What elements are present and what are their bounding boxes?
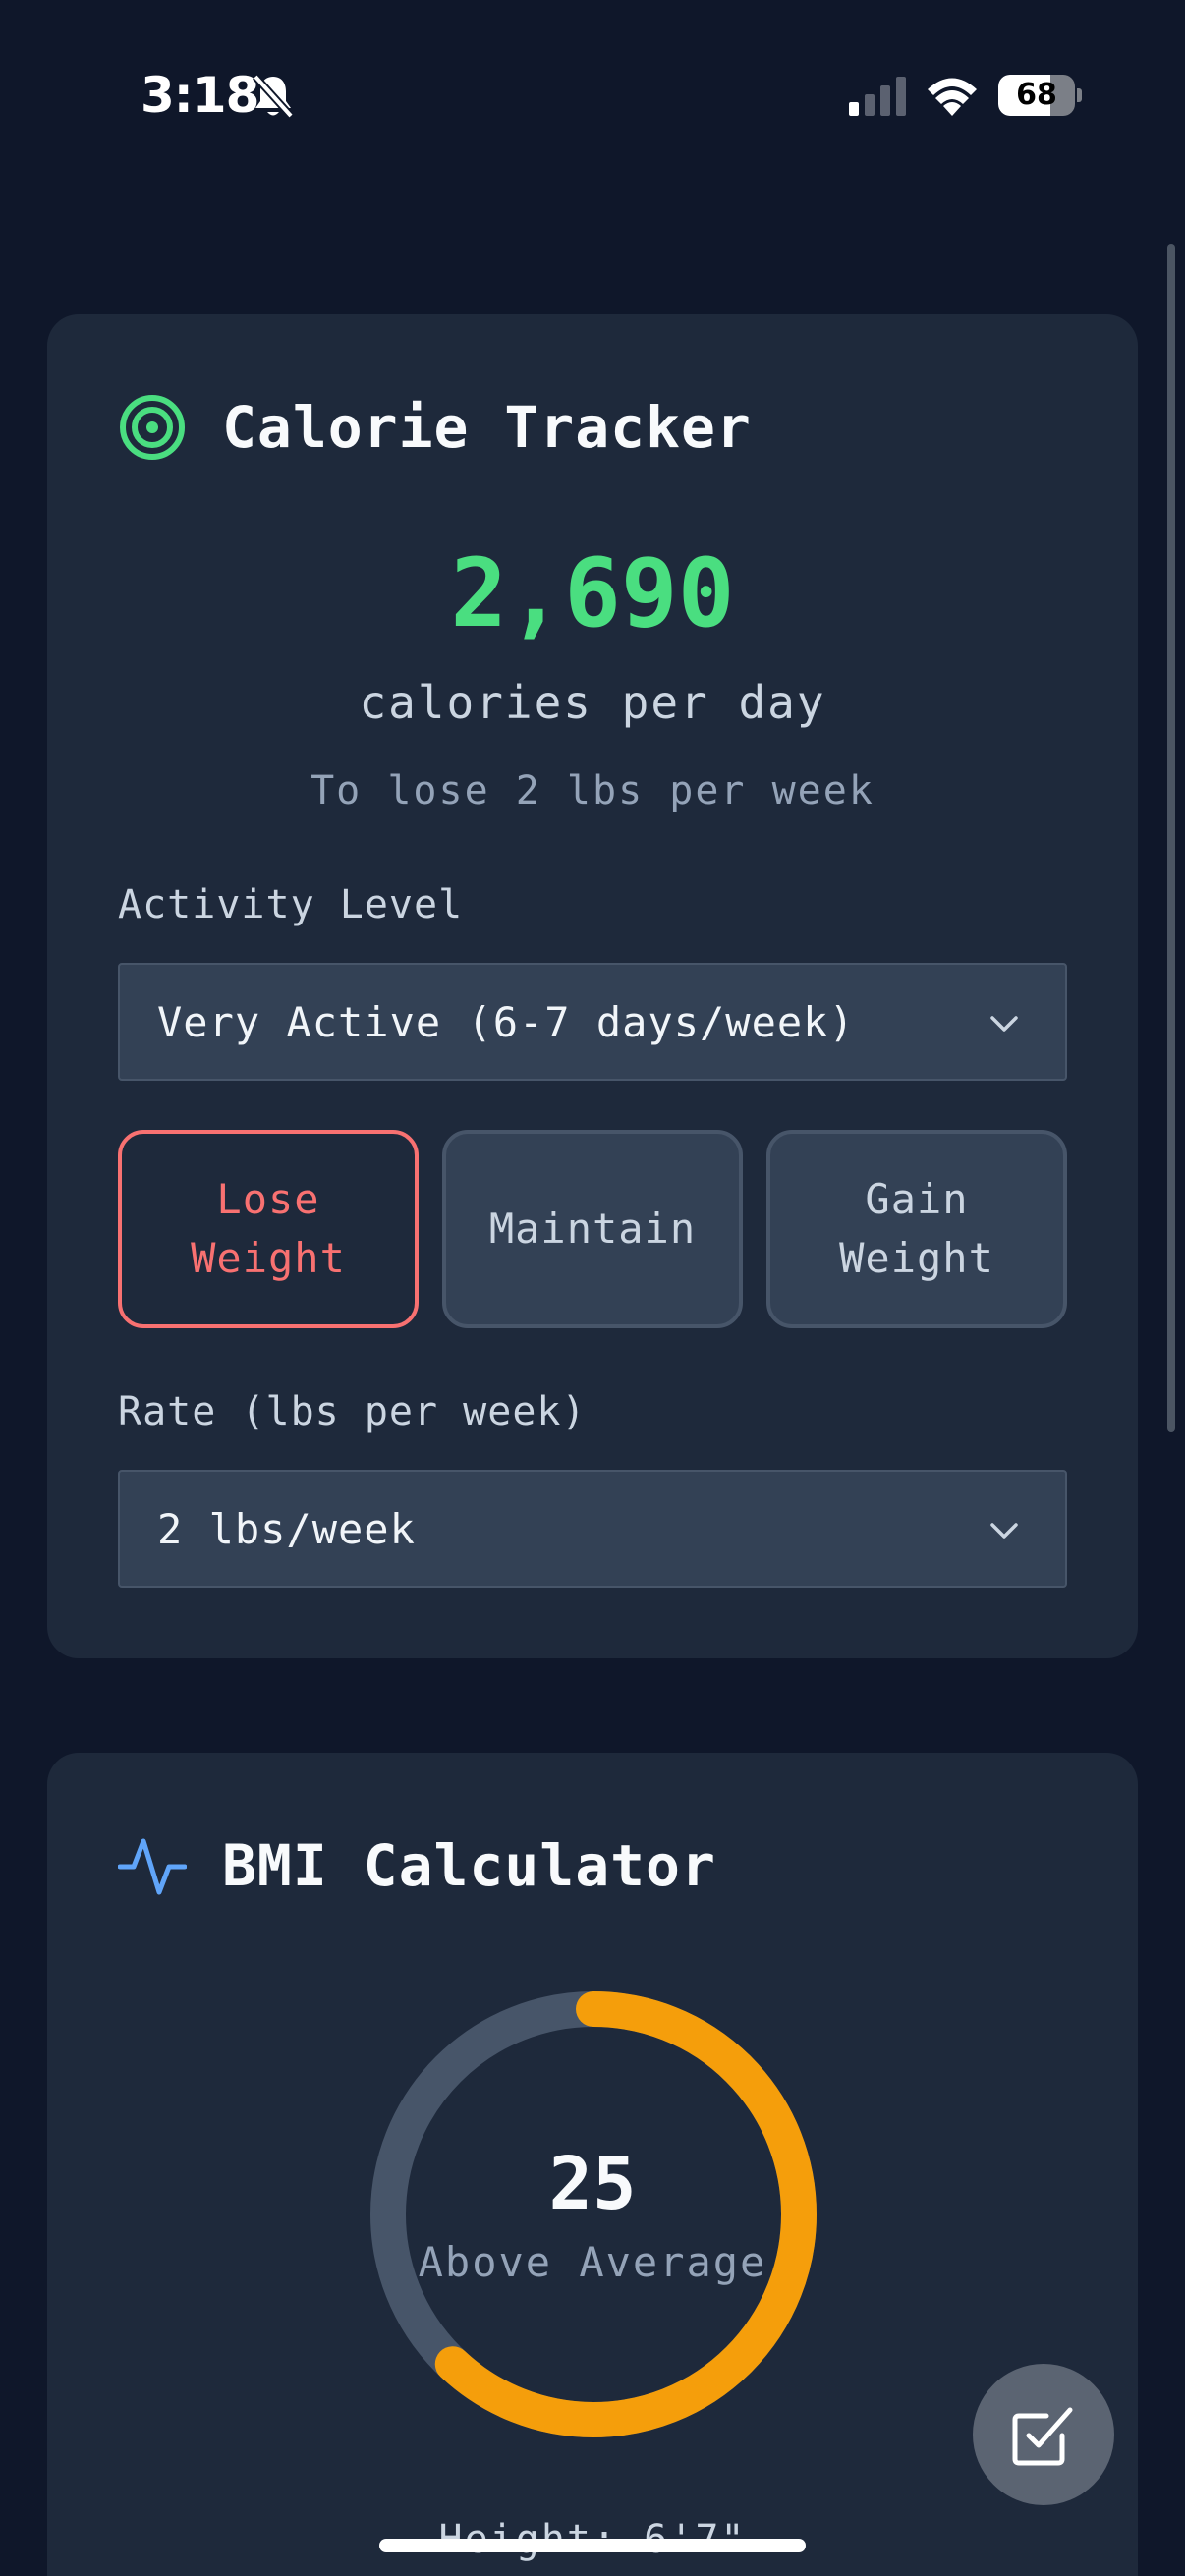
target-icon <box>120 395 185 460</box>
lose-weight-button[interactable]: Lose Weight <box>118 1130 419 1328</box>
bmi-calculator-header: BMI Calculator <box>118 1831 716 1900</box>
calorie-goal-text: To lose 2 lbs per week <box>310 768 875 813</box>
maintain-label: Maintain <box>488 1204 697 1253</box>
calorie-tracker-card: Calorie Tracker 2,690 calories per day T… <box>47 314 1138 1658</box>
status-bar: 3:18 68 <box>0 0 1185 187</box>
bmi-value: 25 <box>548 2142 637 2226</box>
calories-unit-label: calories per day <box>359 676 826 729</box>
chevron-down-icon <box>990 1523 1018 1539</box>
activity-pulse-icon <box>118 1838 187 1895</box>
cellular-signal-icon <box>849 77 906 116</box>
activity-level-select[interactable]: Very Active (6-7 days/week) <box>118 963 1067 1081</box>
rate-value: 2 lbs/week <box>157 1504 416 1553</box>
activity-level-value: Very Active (6-7 days/week) <box>157 997 855 1046</box>
calorie-tracker-title: Calorie Tracker <box>222 394 752 461</box>
battery-icon: 68 <box>998 75 1082 116</box>
bell-muted-icon <box>253 74 294 119</box>
gain-weight-label: Gain Weight <box>839 1175 994 1282</box>
lose-weight-label: Lose Weight <box>191 1175 346 1282</box>
scrollbar[interactable] <box>1167 244 1175 1432</box>
chevron-down-icon <box>990 1016 1018 1032</box>
daily-calories-value: 2,690 <box>450 538 735 648</box>
battery-percent: 68 <box>1016 78 1057 112</box>
rate-select[interactable]: 2 lbs/week <box>118 1470 1067 1588</box>
wifi-icon <box>928 78 977 116</box>
bmi-status: Above Average <box>418 2238 767 2286</box>
rate-label: Rate (lbs per week) <box>118 1389 587 1434</box>
maintain-weight-button[interactable]: Maintain <box>442 1130 743 1328</box>
status-time: 3:18 <box>141 67 259 124</box>
bmi-calculator-title: BMI Calculator <box>222 1832 716 1899</box>
calorie-tracker-header: Calorie Tracker <box>118 393 752 462</box>
gain-weight-button[interactable]: Gain Weight <box>766 1130 1067 1328</box>
app-screen: 3:18 68 Calorie Tracker 2,690 calories p… <box>0 0 1185 2576</box>
checkbox-edit-icon <box>1012 2407 1073 2466</box>
activity-level-label: Activity Level <box>118 882 464 927</box>
checkbox-edit-button[interactable] <box>973 2364 1114 2505</box>
home-indicator[interactable] <box>379 2539 806 2552</box>
